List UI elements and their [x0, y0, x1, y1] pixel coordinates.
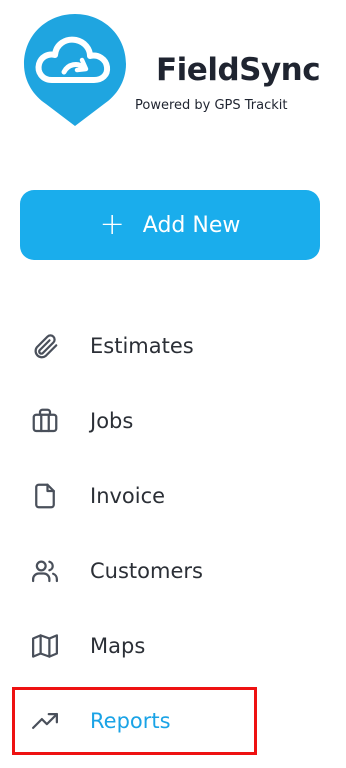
sidebar-item-label: Maps	[90, 634, 146, 658]
users-icon	[29, 555, 61, 587]
file-icon	[29, 480, 61, 512]
brand-logo[interactable]: FieldSync Powered by GPS Trackit	[22, 12, 332, 128]
map-icon	[29, 630, 61, 662]
reports-highlight-box	[12, 687, 257, 755]
sidebar-item-maps[interactable]: Maps	[20, 618, 280, 674]
sidebar-item-label: Estimates	[90, 334, 194, 358]
sidebar-item-customers[interactable]: Customers	[20, 543, 280, 599]
fieldsync-logo-icon	[24, 14, 126, 126]
briefcase-icon	[29, 405, 61, 437]
sidebar-item-jobs[interactable]: Jobs	[20, 393, 280, 449]
sidebar-item-label: Invoice	[90, 484, 166, 508]
sidebar-item-invoice[interactable]: Invoice	[20, 468, 280, 524]
add-new-button[interactable]: + Add New	[20, 190, 320, 260]
sidebar-item-label: Jobs	[90, 409, 134, 433]
add-new-label: Add New	[142, 212, 241, 238]
brand-name: FieldSync	[156, 52, 321, 88]
paperclip-icon	[29, 330, 61, 362]
brand-tagline: Powered by GPS Trackit	[135, 98, 288, 113]
plus-icon: +	[99, 207, 125, 242]
sidebar-item-estimates[interactable]: Estimates	[20, 318, 280, 374]
sidebar-item-label: Customers	[90, 559, 203, 583]
